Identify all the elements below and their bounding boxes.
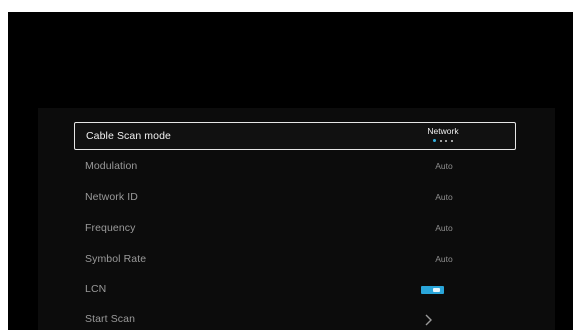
menu-item-start-scan[interactable]: Start Scan bbox=[74, 306, 516, 330]
menu-item-modulation[interactable]: Modulation Auto bbox=[74, 153, 516, 181]
menu-item-label: Start Scan bbox=[85, 313, 136, 325]
cable-scan-mode-value: Network bbox=[427, 126, 459, 136]
option-position-indicator bbox=[433, 139, 453, 143]
option-dot bbox=[450, 140, 453, 142]
menu-item-label: Frequency bbox=[85, 222, 136, 234]
toggle-knob bbox=[433, 288, 440, 292]
menu-item-lcn[interactable]: LCN bbox=[74, 276, 516, 304]
option-dot bbox=[439, 140, 442, 142]
chevron-right-icon bbox=[425, 314, 432, 326]
menu-item-network-id[interactable]: Network ID Auto bbox=[74, 184, 516, 212]
menu-item-cable-scan-mode[interactable]: Cable Scan mode Network bbox=[74, 122, 516, 150]
network-id-value: Auto bbox=[435, 192, 453, 202]
menu-item-label: Symbol Rate bbox=[85, 253, 147, 265]
option-dot bbox=[445, 140, 448, 142]
menu-item-symbol-rate[interactable]: Symbol Rate Auto bbox=[74, 246, 516, 274]
menu-item-frequency[interactable]: Frequency Auto bbox=[74, 215, 516, 243]
cable-scan-settings-panel: Cable Scan mode Network Modulation Auto … bbox=[38, 108, 555, 330]
symbol-rate-value: Auto bbox=[435, 254, 453, 264]
frequency-value: Auto bbox=[435, 223, 453, 233]
menu-item-label: Cable Scan mode bbox=[86, 130, 171, 142]
modulation-value: Auto bbox=[435, 161, 453, 171]
menu-item-label: LCN bbox=[85, 283, 107, 295]
tv-screen: Cable Scan mode Network Modulation Auto … bbox=[8, 12, 573, 330]
option-dot-active bbox=[433, 139, 436, 142]
menu-item-label: Network ID bbox=[85, 191, 138, 203]
lcn-toggle[interactable] bbox=[421, 286, 444, 294]
menu-item-label: Modulation bbox=[85, 160, 138, 172]
